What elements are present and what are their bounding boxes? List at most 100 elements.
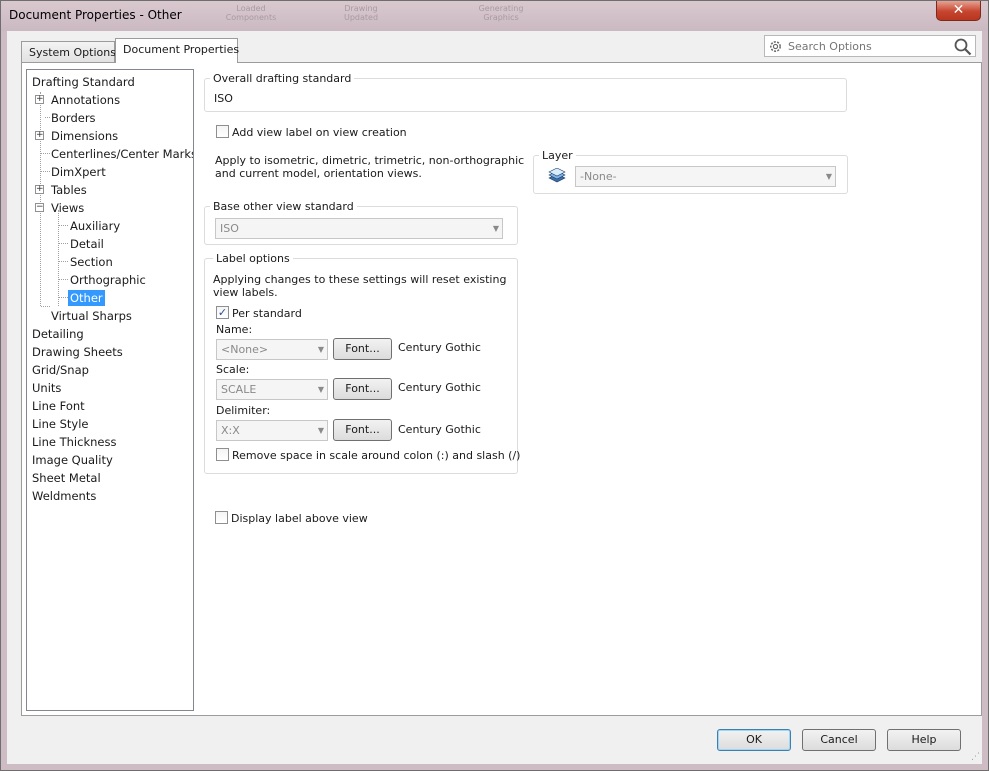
remove-space-checkbox[interactable] [216,448,229,461]
layer-stack-icon [548,168,566,183]
search-options-box[interactable] [764,35,976,57]
tree-connector [40,92,41,306]
tree-item-detailing[interactable]: Detailing [32,326,84,342]
expand-icon[interactable]: + [35,95,44,104]
overall-standard-group: Overall drafting standard ISO [204,72,847,112]
background-tab-ghost: Loaded Components [225,4,277,22]
base-standard-label: Base other view standard [210,200,357,213]
ok-button[interactable]: OK [717,729,791,751]
tree-connector [59,243,68,244]
options-tree[interactable]: + + + − Drafting Standard Annotations Bo… [26,69,194,711]
layer-select[interactable]: -None- ▼ [575,166,836,187]
tree-item-centerlines-center-marks[interactable]: Centerlines/Center Marks [51,146,193,162]
tree-item-dimxpert[interactable]: DimXpert [51,164,106,180]
tree-connector [41,153,50,154]
display-label-above-checkbox[interactable] [215,511,228,524]
background-tab-ghost: Drawing Updated [343,4,379,22]
apply-text-line2: and current model, orientation views. [215,167,422,180]
scale-label: Scale: [216,363,250,376]
label-options-group: Label options Applying changes to these … [204,252,521,474]
scale-value: SCALE [221,383,257,396]
tree-connector [41,306,50,307]
tree-item-line-style[interactable]: Line Style [32,416,89,432]
tree-item-borders[interactable]: Borders [51,110,96,126]
resize-grip-icon[interactable]: ⋰ [971,752,980,762]
search-input[interactable] [786,38,946,54]
tree-item-sheet-metal[interactable]: Sheet Metal [32,470,101,486]
overall-standard-value: ISO [214,92,233,105]
close-button[interactable]: ✕ [936,1,981,21]
delimiter-font-button[interactable]: Font... [333,419,392,441]
base-standard-select[interactable]: ISO ▼ [215,218,503,239]
label-options-label: Label options [213,252,293,265]
base-standard-group: Base other view standard ISO ▼ [204,200,518,245]
name-value: <None> [221,343,269,356]
tree-item-annotations[interactable]: Annotations [51,92,120,108]
delimiter-font-name: Century Gothic [398,423,481,436]
name-font-name: Century Gothic [398,341,481,354]
tree-item-auxiliary[interactable]: Auxiliary [70,218,120,234]
tree-connector [59,261,68,262]
expand-icon[interactable]: + [35,131,44,140]
name-label: Name: [216,323,253,336]
tree-item-line-thickness[interactable]: Line Thickness [32,434,116,450]
tab-label: Document Properties [123,43,240,56]
tree-item-drafting-standard[interactable]: Drafting Standard [32,74,135,90]
name-font-button[interactable]: Font... [333,338,392,360]
title-bar[interactable]: Document Properties - Other Loaded Compo… [1,1,988,31]
close-icon: ✕ [952,2,965,18]
tree-item-weldments[interactable]: Weldments [32,488,96,504]
name-select[interactable]: <None> ▼ [216,339,328,360]
tree-item-drawing-sheets[interactable]: Drawing Sheets [32,344,123,360]
tab-document-properties[interactable]: Document Properties [115,38,240,63]
tree-item-virtual-sharps[interactable]: Virtual Sharps [51,308,132,324]
background-tab-ghost: Generating Graphics [478,4,524,22]
tree-item-other[interactable]: Other [68,290,105,306]
tree-item-views[interactable]: Views [51,200,84,216]
tree-item-tables[interactable]: Tables [51,182,87,198]
chevron-down-icon: ▼ [825,172,832,181]
collapse-icon[interactable]: − [35,203,44,212]
tab-label: System Options [29,46,116,59]
overall-standard-label: Overall drafting standard [210,72,355,85]
per-standard-checkbox[interactable]: ✓ [216,306,229,319]
tree-item-grid-snap[interactable]: Grid/Snap [32,362,89,378]
scale-font-name: Century Gothic [398,381,481,394]
chevron-down-icon: ▼ [317,426,324,435]
tree-item-section[interactable]: Section [70,254,113,270]
apply-text-line1: Apply to isometric, dimetric, trimetric,… [215,154,525,167]
tab-system-options[interactable]: System Options [21,41,116,63]
tree-item-image-quality[interactable]: Image Quality [32,452,113,468]
layer-label: Layer [539,149,576,162]
tree-item-line-font[interactable]: Line Font [32,398,85,414]
dialog-body: System Options Document Properties Searc… [7,31,982,764]
delimiter-label: Delimiter: [216,404,271,417]
add-view-label-checkbox[interactable] [216,125,229,138]
tree-item-dimensions[interactable]: Dimensions [51,128,118,144]
remove-space-text: Remove space in scale around colon (:) a… [232,449,521,462]
tree-item-orthographic[interactable]: Orthographic [70,272,146,288]
layer-group: Layer -None- ▼ [533,149,848,194]
label-options-note-line2: view labels. [213,286,278,299]
chevron-down-icon: ▼ [492,224,499,233]
layer-value: -None- [580,170,617,183]
scale-font-button[interactable]: Font... [333,378,392,400]
tree-item-detail[interactable]: Detail [70,236,104,252]
add-view-label-text: Add view label on view creation [232,126,407,139]
tree-connector [45,117,50,118]
per-standard-text: Per standard [232,307,302,320]
window-title: Document Properties - Other [9,8,182,22]
base-standard-value: ISO [220,222,239,235]
display-label-above-text: Display label above view [231,512,368,525]
scale-select[interactable]: SCALE ▼ [216,379,328,400]
search-icon[interactable] [954,38,972,56]
expand-icon[interactable]: + [35,185,44,194]
tree-connector [41,171,50,172]
tree-item-units[interactable]: Units [32,380,61,396]
chevron-down-icon: ▼ [317,345,324,354]
gear-icon [770,41,781,52]
help-button[interactable]: Help [887,729,961,751]
tree-connector [59,225,68,226]
cancel-button[interactable]: Cancel [802,729,876,751]
delimiter-select[interactable]: X:X ▼ [216,420,328,441]
